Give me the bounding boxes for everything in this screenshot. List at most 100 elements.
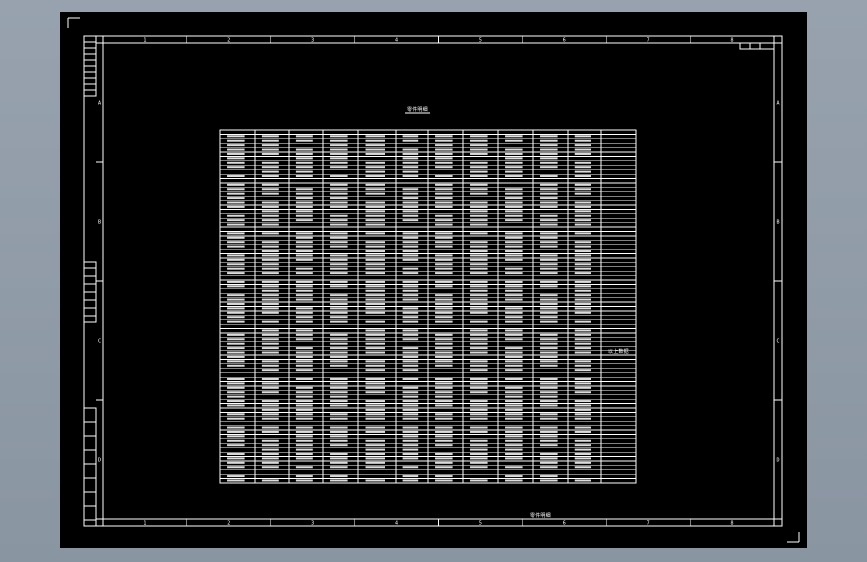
table-cell-mark [365,430,385,433]
table-cell-mark [435,245,453,248]
table-cell-mark [365,258,385,261]
table-cell-mark [470,338,488,341]
table-cell-mark [330,426,348,429]
table-cell-mark [365,413,385,416]
table-cell-mark [261,289,279,292]
table-cell-mark [227,258,245,261]
table-cell-mark [470,413,488,416]
table-cell-mark [365,457,385,460]
table-cell-mark [505,479,523,482]
table-cell-mark [330,280,348,283]
table-cell-mark [365,210,385,213]
table-cell-mark [330,355,348,358]
table-cell-mark [540,258,558,261]
table-cell-mark [227,254,245,257]
table-cell-mark [227,139,245,142]
table-cell-mark [435,267,453,270]
table-cell-mark [261,152,279,155]
table-cell-mark [470,250,488,253]
table-cell-mark [295,258,313,261]
table-cell-mark [505,135,523,138]
table-cell-mark [227,192,245,195]
table-cell-mark [330,254,348,257]
table-cell-mark [505,219,523,222]
table-cell-mark [540,391,558,394]
table-cell-mark [261,232,279,235]
table-cell-mark [330,439,348,442]
zone-label-left: C [98,339,101,345]
table-cell-mark [402,298,419,301]
table-cell-mark [402,378,419,380]
table-cell-mark [227,355,245,358]
table-cell-mark [365,144,385,147]
table-cell-mark [365,214,385,217]
table-cell-mark [470,311,488,314]
zone-label-top: 8 [731,38,734,44]
table-cell-mark [470,285,488,288]
table-cell-mark [574,166,591,169]
table-cell-mark [330,245,348,248]
table-cell-mark [540,152,558,155]
table-cell-mark [540,267,558,270]
table-cell-mark [227,413,245,416]
table-cell-mark [402,400,419,403]
table-cell-mark [261,272,279,275]
table-cell-mark [540,378,558,380]
table-cell-mark [227,444,245,447]
table-cell-mark [227,267,245,270]
table-cell-mark [295,351,313,354]
table-cell-mark [295,250,313,253]
drawing-sheet[interactable]: 1 1 2 2 3 3 4 4 5 5 6 6 7 7 8 8 A A B B C C D D 零件明细 零件明细 以上数据 [60,12,807,548]
table-cell-mark [574,298,591,301]
table-cell-mark [505,188,523,191]
table-cell-mark [435,342,453,345]
table-cell-mark [261,139,279,142]
table-cell-mark [227,280,245,283]
table-cell-mark [470,408,488,411]
table-cell-mark [435,219,453,222]
table-cell-mark [540,285,558,288]
table-cell-mark [435,298,453,301]
table-cell-mark [295,272,313,275]
table-cell-mark [435,435,453,438]
table-cell-mark [402,267,419,270]
table-cell-mark [227,435,245,438]
table-cell-mark [470,298,488,301]
table-cell-mark [330,272,348,275]
table-cell-mark [365,466,385,469]
cad-viewport[interactable]: 1 1 2 2 3 3 4 4 5 5 6 6 7 7 8 8 A A B B C C D D 零件明细 零件明细 以上数据 [0,0,867,562]
table-cell-mark [295,289,313,292]
table-title: 零件明细 [407,107,428,113]
table-cell-mark [365,161,385,164]
table-cell-mark [574,430,591,433]
zone-label-bottom: 6 [563,521,566,527]
table-cell-mark [295,475,313,478]
table-cell-mark [540,294,558,297]
table-cell-mark [435,417,453,420]
table-cell-mark [540,461,558,464]
table-cell-mark [365,307,385,310]
table-cell-mark [295,360,313,363]
table-cell-mark [365,285,385,288]
table-cell-mark [435,232,453,235]
table-cell-mark [330,386,348,389]
table-cell-mark [540,272,558,275]
drawing-canvas[interactable]: 1 1 2 2 3 3 4 4 5 5 6 6 7 7 8 8 A A B B C C D D [60,12,807,548]
table-cell-mark [365,188,385,191]
table-cell-mark [505,369,523,372]
table-cell-mark [574,241,591,244]
table-cell-mark [470,453,488,455]
table-cell-mark [540,316,558,319]
table-cell-mark [261,311,279,314]
table-cell-mark [365,219,385,222]
table-cell-mark [470,479,488,482]
table-cell-mark [295,439,313,442]
table-cell-mark [470,201,488,204]
table-cell-mark [402,417,419,420]
table-cell-mark [295,157,313,160]
table-cell-mark [505,351,523,354]
table-cell-mark [227,333,245,336]
table-cell-mark [330,320,348,323]
table-cell-mark [365,298,385,301]
table-cell-mark [435,197,453,200]
